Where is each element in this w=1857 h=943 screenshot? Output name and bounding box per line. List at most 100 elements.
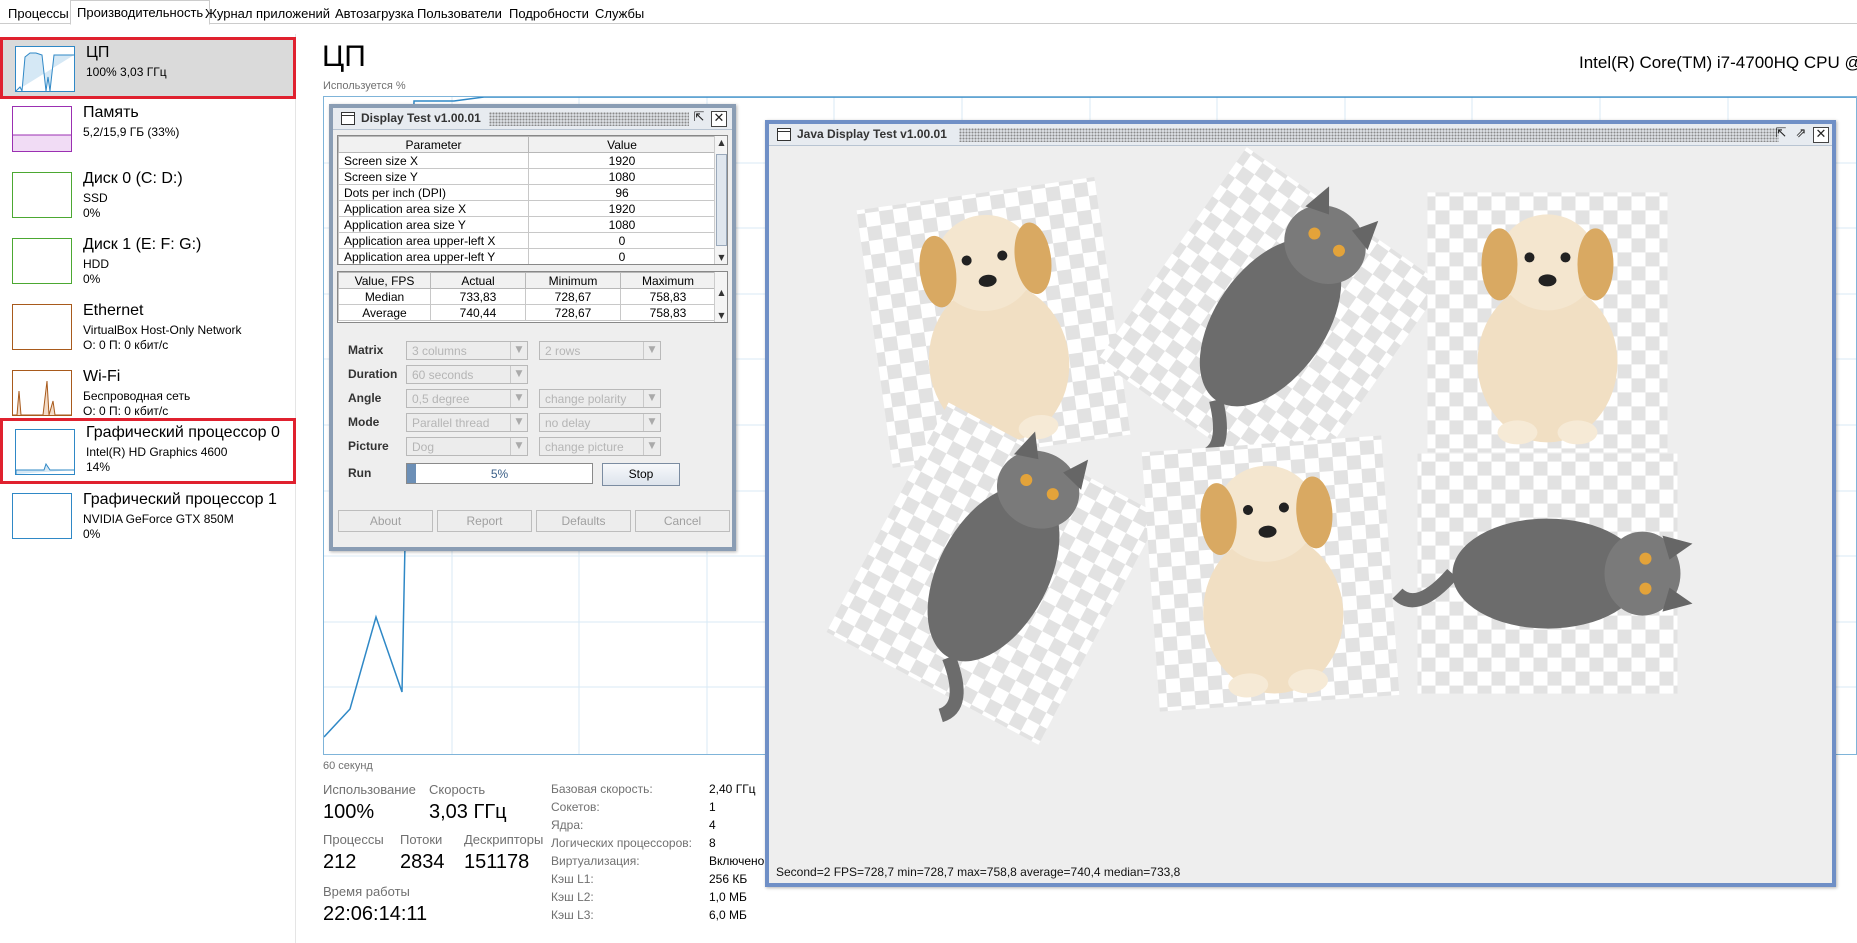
tab-users[interactable]: Пользователи	[410, 2, 509, 24]
test-render-canvas	[769, 146, 1832, 870]
progress-text: 5%	[490, 467, 509, 481]
sidebar-item-title: Графический процессор 1	[83, 491, 277, 508]
scroll-down-icon[interactable]: ▼	[716, 253, 727, 262]
param-name: Application area upper-left X	[338, 232, 529, 249]
cat-picture	[1392, 453, 1693, 694]
stop-button[interactable]: Stop	[602, 463, 680, 486]
display-test-titlebar[interactable]: Display Test v1.00.01 ⇱ ✕	[333, 108, 732, 130]
restore-icon[interactable]: ⇱	[1773, 127, 1789, 143]
table-row[interactable]: Median 733,83 728,67 758,83	[338, 288, 716, 305]
sidebar-item-title: Память	[83, 104, 139, 121]
table-row[interactable]: Screen size Y 1080	[338, 168, 716, 185]
delay-select[interactable]: no delay ▼	[539, 413, 661, 432]
tab-services[interactable]: Службы	[588, 2, 651, 24]
spec-cores-label: Ядра:	[551, 818, 584, 832]
run-label: Run	[348, 466, 372, 480]
table-row[interactable]: Dots per inch (DPI) 96	[338, 184, 716, 201]
picture-select[interactable]: Dog ▼	[406, 437, 528, 456]
sidebar-item-gpu1[interactable]: Графический процессор 1 NVIDIA GeForce G…	[0, 487, 296, 549]
close-icon[interactable]: ✕	[1813, 127, 1829, 143]
fps-minimum: 728,67	[525, 304, 621, 321]
tab-performance[interactable]: Производительность	[70, 0, 211, 25]
fps-table: Value, FPS Actual Minimum Maximum Median…	[337, 271, 728, 323]
defaults-button[interactable]: Defaults	[536, 510, 631, 532]
spec-l1-value: 256 КБ	[709, 872, 748, 886]
threads-label: Потоки	[400, 832, 443, 847]
sidebar-item-wifi[interactable]: Wi-Fi Беспроводная сеть О: 0 П: 0 кбит/с	[0, 364, 296, 426]
chevron-down-icon: ▼	[643, 438, 660, 455]
table-row[interactable]: Application area upper-left X0	[338, 232, 716, 249]
table-row[interactable]: Screen size X 1920	[338, 152, 716, 169]
about-button[interactable]: About	[338, 510, 433, 532]
angle-label: Angle	[348, 391, 382, 405]
fps-maximum: 758,83	[620, 304, 716, 321]
cpu-model-name: Intel(R) Core(TM) i7-4700HQ CPU @ 2.4	[1579, 53, 1857, 72]
maximize-icon[interactable]: ⇗	[1793, 127, 1809, 143]
table-row[interactable]: Application area upper-left Y0	[338, 248, 716, 264]
java-display-test-titlebar[interactable]: Java Display Test v1.00.01 ⇱ ⇗ ✕	[769, 124, 1832, 146]
matrix-columns-select[interactable]: 3 columns ▼	[406, 341, 528, 360]
parameter-scrollbar[interactable]: ▲ ▼	[714, 136, 727, 264]
mode-select[interactable]: Parallel thread ▼	[406, 413, 528, 432]
picture-label: Picture	[348, 439, 389, 453]
window-title: Display Test v1.00.01	[361, 111, 481, 125]
spec-l2-label: Кэш L2:	[551, 890, 594, 904]
sidebar-item-title: ЦП	[86, 44, 110, 61]
spec-base-speed-label: Базовая скорость:	[551, 782, 653, 796]
sidebar-item-title: Диск 0 (C: D:)	[83, 170, 183, 187]
fps-status-line: Second=2 FPS=728,7 min=728,7 max=758,8 a…	[776, 865, 1181, 879]
cpu-mini-graph	[15, 46, 75, 92]
sidebar-item-gpu0[interactable]: Графический процессор 0 Intel(R) HD Grap…	[0, 418, 296, 484]
sidebar-item-ethernet[interactable]: Ethernet VirtualBox Host-Only Network О: …	[0, 298, 296, 360]
param-name: Screen size Y	[338, 168, 529, 185]
table-row[interactable]: Application area size X 1920	[338, 200, 716, 217]
table-row[interactable]: Application area size Y 1080	[338, 216, 716, 233]
fps-scrollbar[interactable]: ▲ ▼	[714, 272, 727, 322]
table-row[interactable]: Average 740,44 728,67 758,83	[338, 304, 716, 321]
param-name: Screen size X	[338, 152, 529, 169]
uptime-label: Время работы	[323, 884, 410, 899]
restore-icon[interactable]: ⇱	[691, 111, 707, 127]
scroll-up-icon[interactable]: ▲	[716, 138, 727, 147]
tab-app-history[interactable]: Журнал приложений	[198, 2, 337, 24]
duration-select[interactable]: 60 seconds ▼	[406, 365, 528, 384]
usage-label: Использование	[323, 782, 416, 797]
sidebar-item-title: Диск 1 (E: F: G:)	[83, 236, 202, 253]
sidebar-item-disk0[interactable]: Диск 0 (C: D:) SSD 0%	[0, 166, 296, 228]
spec-logical-value: 8	[709, 836, 716, 850]
sidebar-item-detail: 100% 3,03 ГГц	[86, 65, 167, 79]
window-title: Java Display Test v1.00.01	[797, 127, 947, 141]
sidebar-item-memory[interactable]: Память 5,2/15,9 ГБ (33%)	[0, 100, 296, 162]
sidebar-item-title: Wi-Fi	[83, 368, 121, 385]
angle-mode-select[interactable]: change polarity ▼	[539, 389, 661, 408]
scroll-down-icon[interactable]: ▼	[716, 311, 727, 320]
memory-mini-graph	[12, 106, 72, 152]
graph-time-axis: 60 секунд	[323, 760, 373, 772]
report-button[interactable]: Report	[437, 510, 532, 532]
spec-l3-value: 6,0 МБ	[709, 908, 747, 922]
sidebar-item-cpu[interactable]: ЦП 100% 3,03 ГГц	[0, 37, 296, 99]
spec-cores-value: 4	[709, 818, 716, 832]
matrix-rows-select[interactable]: 2 rows ▼	[539, 341, 661, 360]
close-icon[interactable]: ✕	[711, 111, 727, 127]
tab-processes[interactable]: Процессы	[1, 2, 76, 24]
processes-label: Процессы	[323, 832, 384, 847]
sidebar-item-disk1[interactable]: Диск 1 (E: F: G:) HDD 0%	[0, 232, 296, 294]
cancel-button[interactable]: Cancel	[635, 510, 730, 532]
java-display-test-window: Java Display Test v1.00.01 ⇱ ⇗ ✕ Second=…	[765, 120, 1836, 887]
tab-startup[interactable]: Автозагрузка	[328, 2, 421, 24]
sidebar-item-detail: SSD 0%	[83, 191, 108, 220]
spec-virtualization-value: Включено	[709, 854, 765, 868]
param-name: Application area size Y	[338, 216, 529, 233]
fps-actual: 733,83	[430, 288, 526, 305]
scroll-thumb[interactable]	[716, 154, 727, 246]
scroll-up-icon[interactable]: ▲	[716, 288, 727, 297]
picture-mode-select[interactable]: change picture ▼	[539, 437, 661, 456]
gpu0-mini-graph	[15, 429, 75, 475]
processes-value: 212	[323, 851, 357, 873]
tab-bar: Процессы Производительность Журнал прило…	[0, 0, 1857, 25]
angle-select[interactable]: 0,5 degree ▼	[406, 389, 528, 408]
tab-details[interactable]: Подробности	[502, 2, 596, 24]
duration-label: Duration	[348, 367, 398, 381]
graph-caption: Используется %	[323, 80, 406, 92]
